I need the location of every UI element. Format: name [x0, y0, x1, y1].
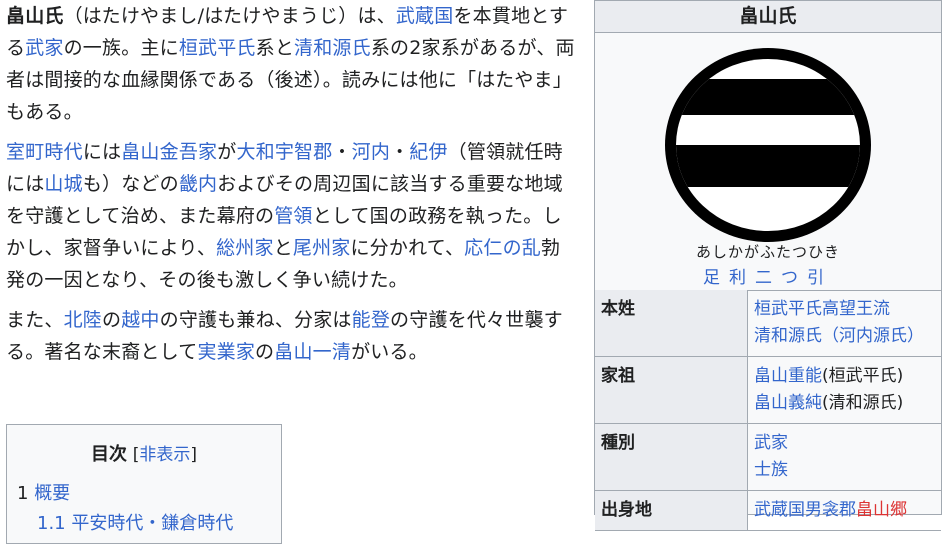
link-seiwa-kawachi[interactable]: 清和源氏（河内源氏） — [754, 326, 924, 346]
infobox-value: 桓武平氏高望王流 清和源氏（河内源氏） — [747, 290, 941, 357]
paragraph-intro: 畠山氏（はたけやまし/はたけやまうじ）は、武蔵国を本貫地とする武家の一族。主に桓… — [6, 5, 575, 123]
link-bishu-ke[interactable]: 尾州家 — [293, 237, 351, 259]
toc-subitem-heian[interactable]: 1.1 平安時代・鎌倉時代 — [37, 513, 233, 534]
link-hatakeyama-kingo[interactable]: 畠山金吾家 — [121, 141, 217, 163]
link-uchi-gun[interactable]: 宇智郡 — [275, 141, 333, 163]
toc-item: 1 概要 — [17, 479, 70, 505]
link-kawachi[interactable]: 河内 — [352, 141, 390, 163]
link-yamashiro[interactable]: 山城 — [44, 173, 82, 195]
toc-subitem: 1.1 平安時代・鎌倉時代 — [37, 509, 233, 535]
toc-header: 目次 [非表示] — [7, 440, 281, 466]
paragraph-muromachi: 室町時代には畠山金吾家が大和宇智郡・河内・紀伊（管領就任時には山城も）などの畿内… — [6, 141, 563, 291]
emblem-reading: あしかがふたつひき — [695, 243, 840, 261]
link-hatakeyama-issei[interactable]: 畠山一清 — [274, 341, 351, 363]
link-hatakeyama-yoshizumi[interactable]: 畠山義純 — [754, 393, 822, 413]
link-buke-type[interactable]: 武家 — [754, 433, 788, 453]
link-shizoku[interactable]: 士族 — [754, 460, 788, 480]
infobox-label: 種別 — [595, 423, 748, 491]
link-noto[interactable]: 能登 — [352, 309, 390, 331]
family-crest-icon[interactable] — [663, 47, 873, 243]
infobox-value: 武家 士族 — [747, 423, 941, 491]
link-musashi[interactable]: 武蔵国 — [396, 5, 454, 27]
toc-title: 目次 — [90, 444, 127, 465]
link-hatakeyama-shigeyoshi[interactable]: 畠山重能 — [754, 366, 822, 386]
link-muromachi[interactable]: 室町時代 — [6, 141, 83, 163]
article-body: 畠山氏（はたけやまし/はたけやまうじ）は、武蔵国を本貫地とする武家の一族。主に桓… — [6, 0, 576, 376]
infobox-row-kaso: 家祖 畠山重能(桓武平氏) 畠山義純(清和源氏) — [595, 356, 941, 424]
paragraph-hokuriku: また、北陸の越中の守護も兼ね、分家は能登の守護を代々世襲する。著名な末裔として実… — [6, 309, 563, 363]
link-soshu-ke[interactable]: 総州家 — [216, 237, 274, 259]
infobox-label: 家祖 — [595, 356, 748, 424]
link-seiwa-genji[interactable]: 清和源氏 — [294, 37, 371, 59]
infobox-emblem-cell: あしかがふたつひき 足利二つ引 — [595, 33, 941, 291]
infobox-row-shubetsu: 種別 武家 士族 — [595, 423, 941, 491]
link-kanrei[interactable]: 管領 — [274, 205, 312, 227]
infobox-table: 本姓 桓武平氏高望王流 清和源氏（河内源氏） 家祖 畠山重能(桓武平氏) 畠山義… — [595, 290, 941, 531]
infobox-row-honsei: 本姓 桓武平氏高望王流 清和源氏（河内源氏） — [595, 290, 941, 357]
link-hatakeyama-go[interactable]: 畠山郷 — [856, 500, 907, 520]
infobox: 畠山氏 あしかがふたつひき 足利二つ引 本姓 桓武平氏高望王流 清和源氏（河内源… — [594, 0, 942, 531]
link-obusuma-gun[interactable]: 武蔵国男衾郡 — [754, 500, 856, 520]
link-hokuriku[interactable]: 北陸 — [64, 309, 102, 331]
link-kanmu-takamochi[interactable]: 桓武平氏高望王流 — [754, 299, 890, 319]
toc-toggle: [非表示] — [132, 445, 197, 465]
emblem-caption-link[interactable]: 足利二つ引 — [595, 263, 941, 288]
link-kii[interactable]: 紀伊 — [409, 141, 447, 163]
toc-item-overview[interactable]: 概要 — [34, 483, 70, 504]
link-kanmu-heishi[interactable]: 桓武平氏 — [179, 37, 256, 59]
article-subject: 畠山氏 — [6, 5, 64, 27]
link-etchu[interactable]: 越中 — [121, 309, 159, 331]
link-yamato[interactable]: 大和 — [236, 141, 274, 163]
toc-item-number: 1 — [17, 483, 29, 504]
infobox-value: 武蔵国男衾郡畠山郷 — [747, 490, 941, 531]
infobox-row-origin: 出身地 武蔵国男衾郡畠山郷 — [595, 490, 941, 531]
table-of-contents: 目次 [非表示] 1 概要 1.1 平安時代・鎌倉時代 — [6, 424, 282, 544]
toc-hide-button[interactable]: 非表示 — [139, 445, 190, 465]
infobox-value: 畠山重能(桓武平氏) 畠山義純(清和源氏) — [747, 356, 941, 424]
infobox-label: 出身地 — [595, 490, 748, 531]
link-jitsugyoka[interactable]: 実業家 — [197, 341, 255, 363]
infobox-title: 畠山氏 — [595, 1, 941, 33]
link-buke[interactable]: 武家 — [25, 37, 63, 59]
link-onin-war[interactable]: 応仁の乱 — [464, 237, 541, 259]
link-kinai[interactable]: 畿内 — [179, 173, 217, 195]
infobox-label: 本姓 — [595, 290, 748, 357]
